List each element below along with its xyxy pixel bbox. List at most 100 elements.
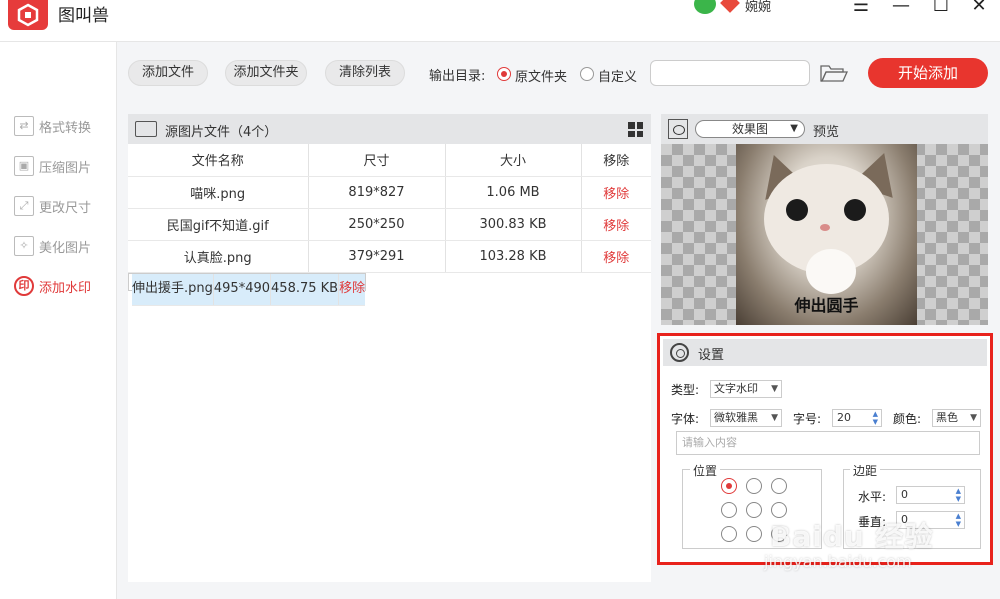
font-select[interactable]: 微软雅黑 ▼ xyxy=(710,409,782,427)
dimension-cell: 250*250 xyxy=(308,208,446,241)
sidebar-item-format-convert[interactable]: ⇄ 格式转换 xyxy=(14,115,91,137)
position-middle-center[interactable] xyxy=(746,502,762,518)
add-folder-button[interactable]: 添加文件夹 xyxy=(225,60,307,86)
column-header: 尺寸 xyxy=(308,144,446,177)
output-dir-label: 输出目录: xyxy=(429,69,486,84)
maximize-icon[interactable]: ☐ xyxy=(930,0,952,16)
radio-original-label: 原文件夹 xyxy=(515,70,568,85)
stepper-arrows-icon[interactable]: ▲ ▼ xyxy=(873,410,878,426)
position-legend: 位置 xyxy=(690,462,721,479)
color-label: 颜色: xyxy=(893,412,922,426)
stepper-arrows-icon[interactable]: ▲ ▼ xyxy=(956,487,961,503)
image-icon xyxy=(135,121,157,137)
output-path-input[interactable] xyxy=(650,60,810,86)
table-row[interactable]: 民国gif不知道.gif 250*250 300.83 KB 移除 xyxy=(128,208,651,241)
watermark-content-input[interactable]: 请输入内容 xyxy=(676,431,980,455)
remove-link[interactable]: 移除 xyxy=(581,240,651,273)
radio-original-folder[interactable] xyxy=(497,67,511,81)
horizontal-label: 水平: xyxy=(858,490,887,504)
wechat-icon[interactable] xyxy=(694,0,716,14)
type-select[interactable]: 文字水印 ▼ xyxy=(710,380,782,398)
filesize-cell: 1.06 MB xyxy=(445,176,582,209)
sidebar-item-compress[interactable]: ▣ 压缩图片 xyxy=(14,155,91,177)
position-top-center[interactable] xyxy=(746,478,762,494)
beautify-icon: ✧ xyxy=(14,236,34,256)
format-convert-icon: ⇄ xyxy=(14,116,34,136)
file-name-cell: 喵咪.png xyxy=(128,176,309,209)
eye-icon[interactable] xyxy=(668,119,688,139)
file-name-cell: 民国gif不知道.gif xyxy=(128,208,309,241)
preview-watermark-text: 伸出圆手 xyxy=(794,296,859,315)
column-header: 移除 xyxy=(581,144,651,177)
sidebar-item-label: 美化图片 xyxy=(39,240,92,256)
sidebar: ⇄ 格式转换 ▣ 压缩图片 ⤢ 更改尺寸 ✧ 美化图片 印 添加水印 xyxy=(0,42,117,599)
baidu-watermark-logo: Baidu 经验 xyxy=(770,520,934,553)
chevron-down-icon: ▼ xyxy=(790,123,798,134)
position-bottom-left[interactable] xyxy=(721,526,737,542)
table-row-selected[interactable]: 伸出援手.png 495*490 458.75 KB 移除 xyxy=(128,272,367,306)
sidebar-item-resize[interactable]: ⤢ 更改尺寸 xyxy=(14,195,91,217)
font-label: 字体: xyxy=(671,412,700,426)
remove-link[interactable]: 移除 xyxy=(581,176,651,209)
dimension-cell: 495*490 xyxy=(213,273,272,306)
sidebar-item-beautify[interactable]: ✧ 美化图片 xyxy=(14,235,91,257)
minimize-icon[interactable]: — xyxy=(890,0,912,16)
table-row[interactable]: 认真脸.png 379*291 103.28 KB 移除 xyxy=(128,240,651,273)
file-list-title: 源图片文件（4个） xyxy=(165,125,278,140)
menu-icon[interactable]: ☰ xyxy=(850,0,872,16)
radio-custom-label: 自定义 xyxy=(598,70,638,85)
chevron-down-icon: ▼ xyxy=(771,413,778,423)
table-header-row: 文件名称 尺寸 大小 移除 xyxy=(128,144,651,177)
app-title: 图叫兽 xyxy=(58,6,109,26)
app-logo-icon xyxy=(8,0,48,30)
chevron-down-icon: ▼ xyxy=(970,413,977,423)
horizontal-margin-stepper[interactable]: 0 ▲ ▼ xyxy=(896,486,965,504)
close-icon[interactable]: ✕ xyxy=(968,0,990,16)
filesize-cell: 103.28 KB xyxy=(445,240,582,273)
settings-title: 设置 xyxy=(698,348,725,363)
color-value: 黑色 xyxy=(936,411,958,424)
remove-link[interactable]: 移除 xyxy=(581,208,651,241)
remove-link[interactable]: 移除 xyxy=(338,273,366,306)
preview-mode-value: 效果图 xyxy=(731,122,768,136)
type-label: 类型: xyxy=(671,383,700,397)
compress-icon: ▣ xyxy=(14,156,34,176)
color-select[interactable]: 黑色 ▼ xyxy=(932,409,981,427)
resize-icon: ⤢ xyxy=(14,196,34,216)
filesize-cell: 458.75 KB xyxy=(270,273,340,306)
sidebar-item-label: 压缩图片 xyxy=(39,160,92,176)
preview-panel: 效果图 ▼ 预览 伸出圆手 xyxy=(661,114,988,325)
preview-header: 效果图 ▼ 预览 xyxy=(661,114,988,144)
font-value: 微软雅黑 xyxy=(714,411,758,424)
vip-diamond-icon xyxy=(720,0,740,13)
baidu-watermark-url: jingyan.baidu.com xyxy=(764,552,912,571)
sidebar-item-label: 格式转换 xyxy=(39,120,92,136)
settings-header: 设置 xyxy=(663,339,987,366)
font-size-stepper[interactable]: 20 ▲ ▼ xyxy=(832,409,882,427)
add-file-button[interactable]: 添加文件 xyxy=(128,60,208,86)
position-bottom-center[interactable] xyxy=(746,526,762,542)
start-add-button[interactable]: 开始添加 xyxy=(868,58,988,88)
radio-custom-folder[interactable] xyxy=(580,67,594,81)
filesize-cell: 300.83 KB xyxy=(445,208,582,241)
sidebar-item-label: 添加水印 xyxy=(39,280,92,296)
preview-mode-select[interactable]: 效果图 ▼ xyxy=(695,120,805,138)
horizontal-margin-value: 0 xyxy=(901,488,908,501)
preview-canvas: 伸出圆手 xyxy=(661,144,988,325)
dimension-cell: 819*827 xyxy=(308,176,446,209)
file-table: 文件名称 尺寸 大小 移除 喵咪.png 819*827 1.06 MB 移除 … xyxy=(128,144,651,306)
folder-icon[interactable] xyxy=(820,63,849,83)
toolbar: 添加文件 添加文件夹 清除列表 输出目录: 原文件夹 自定义 开始添加 xyxy=(118,43,1000,103)
position-middle-left[interactable] xyxy=(721,502,737,518)
chevron-down-icon: ▼ xyxy=(771,384,778,394)
username[interactable]: 婉婉 xyxy=(745,0,771,15)
grid-view-icon[interactable] xyxy=(628,122,643,137)
position-top-right[interactable] xyxy=(771,478,787,494)
dimension-cell: 379*291 xyxy=(308,240,446,273)
clear-list-button[interactable]: 清除列表 xyxy=(325,60,405,86)
table-row[interactable]: 喵咪.png 819*827 1.06 MB 移除 xyxy=(128,176,651,209)
stepper-arrows-icon[interactable]: ▲ ▼ xyxy=(956,512,961,528)
position-top-left[interactable] xyxy=(721,478,737,494)
file-list-header: 源图片文件（4个） xyxy=(128,114,651,144)
sidebar-item-watermark[interactable]: 印 添加水印 xyxy=(14,275,91,297)
